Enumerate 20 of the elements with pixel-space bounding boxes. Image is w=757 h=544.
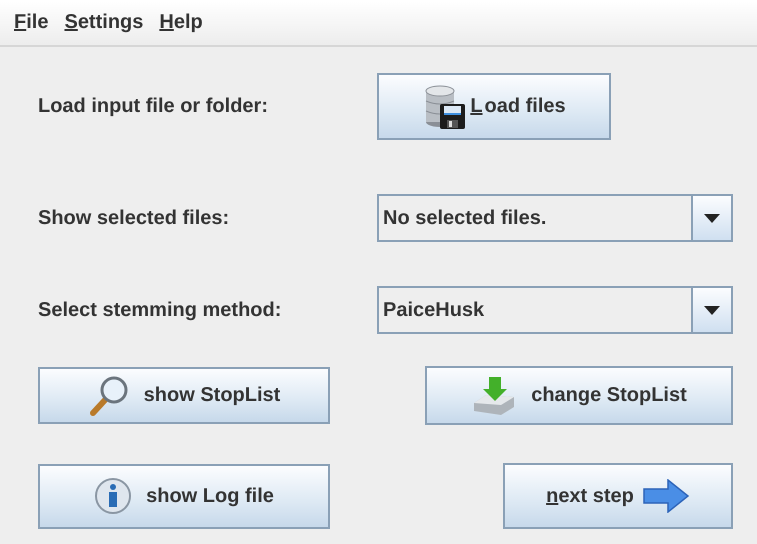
action-button[interactable]: show StopList: [38, 367, 330, 424]
field-label: Show selected files:: [38, 206, 230, 230]
caret-down-icon: [704, 306, 720, 314]
menu-item[interactable]: File: [8, 9, 54, 36]
action-button[interactable]: next step: [503, 463, 733, 529]
dropdown[interactable]: PaiceHusk: [377, 286, 733, 334]
magnifier-icon: [88, 374, 130, 416]
dropdown-arrow-button[interactable]: [693, 196, 731, 240]
arrow-right-icon: [642, 479, 690, 513]
field-label: Select stemming method:: [38, 298, 282, 322]
menu-item[interactable]: Settings: [58, 9, 150, 36]
caret-down-icon: [704, 214, 720, 222]
dropdown-arrow-button[interactable]: [693, 288, 731, 332]
field-label: Load input file or folder:: [38, 95, 269, 118]
action-button[interactable]: change StopList: [425, 366, 733, 425]
action-button[interactable]: show Log file: [38, 464, 330, 528]
dropdown[interactable]: No selected files.: [377, 194, 733, 242]
load-files-button[interactable]: Load files: [377, 73, 611, 140]
info-icon: [94, 477, 132, 515]
menu-item[interactable]: Help: [153, 9, 209, 36]
